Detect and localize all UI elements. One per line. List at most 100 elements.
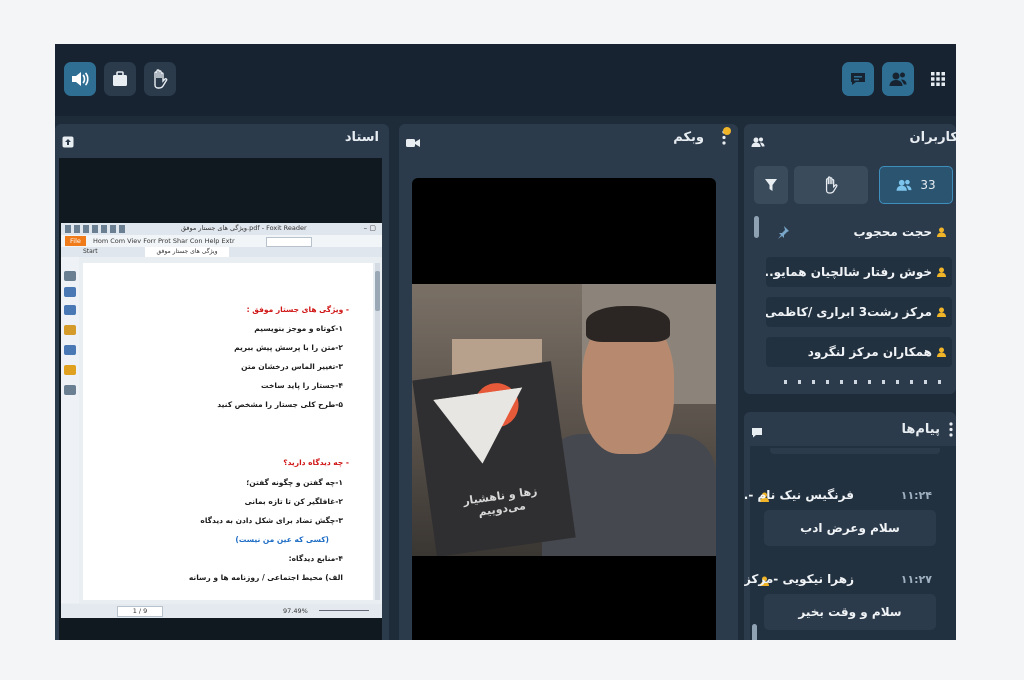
filter-button[interactable] (754, 166, 788, 204)
zoom-level[interactable]: 97.49% (283, 607, 308, 615)
doc-line: ۱-چه گفتن و چگونه گفتن؛ (246, 478, 343, 487)
user-icon (937, 307, 946, 317)
message-bubble: سلام وعرض ادب (764, 510, 936, 546)
files-button[interactable] (104, 62, 136, 96)
users-panel-title: کاربران (909, 130, 956, 145)
user-list-item[interactable]: خوش رفتار شالچیان همایو... (766, 257, 952, 287)
viewer-menubar: File Hom Com Viev Forr Prot Shar Con Hel… (61, 235, 382, 247)
bookmark-icon[interactable] (64, 271, 76, 281)
messages-more-icon[interactable] (949, 422, 953, 441)
online-users-tab[interactable]: 33 (879, 166, 953, 204)
viewer-statusbar: 1 / 9 97.49% (61, 604, 382, 618)
doc-line: ۱-کوتاه و موجز بنویسیم (254, 324, 343, 333)
speaker-icon (72, 72, 89, 86)
book-title: زها و ناهشیار می‌دوییم (462, 484, 539, 519)
user-icon (937, 227, 946, 237)
window-controls[interactable]: – ▢ (364, 224, 376, 232)
doc-heading-2: - چه دیدگاه دارید؟ (283, 458, 349, 467)
user-name: همکاران مرکز لنگرود (807, 345, 932, 359)
presentation-area: ویژگی های جستار موفق.pdf - Foxit Reader … (59, 158, 382, 640)
zoom-slider[interactable] (319, 610, 369, 611)
doc-line: ۳-چگش تضاد برای شکل دادن به دیدگاه (200, 516, 343, 525)
user-icon (937, 347, 946, 357)
chat-panel-icon (751, 424, 763, 443)
webcam-panel-title: وبکم (673, 130, 704, 145)
message-bubble: سلام و وقت بخیر (764, 594, 936, 630)
truncated-list-item (784, 380, 944, 384)
video-area: زها و ناهشیار می‌دوییم (412, 178, 716, 640)
user-count: 33 (920, 178, 936, 192)
notification-dot (723, 127, 731, 135)
doc-line: الف) محیط اجتماعی / روزنامه ها و رسانه (188, 573, 343, 582)
person-hair (586, 306, 670, 342)
attachment-icon[interactable] (64, 345, 76, 355)
messages-panel: پیام‌ها فرنگیس نیک نام -... ۱۱:۲۴ سلام و… (744, 412, 956, 640)
viewer-titlebar: ویژگی های جستار موفق.pdf - Foxit Reader … (61, 223, 382, 235)
tab-document[interactable]: ویژگی های جستار موفق (145, 247, 229, 257)
share-screen-icon[interactable] (62, 133, 74, 152)
viewer-sidebar (61, 257, 79, 603)
user-list-item[interactable]: همکاران مرکز لنگرود (766, 337, 952, 367)
doc-line: ۵-طرح کلی جستار را مشخص کنید (217, 400, 343, 409)
viewer-tabs: Start ویژگی های جستار موفق (61, 247, 382, 257)
viewer-window-title: ویژگی های جستار موفق.pdf - Foxit Reader (181, 224, 307, 232)
doc-line: ۴-جستار را پاید ساخت (261, 381, 343, 390)
doc-heading-1: - ویژگی های جستار موفق : (246, 305, 349, 314)
doc-line: ۴-منابع دیدگاه: (288, 554, 343, 563)
chat-button[interactable] (842, 62, 874, 96)
doc-line: ۲-غافلگیر کن تا تازه بمانی (244, 497, 343, 506)
file-menu[interactable]: File (65, 236, 86, 246)
users-scrollbar[interactable] (754, 216, 759, 238)
chat-icon (851, 73, 865, 85)
doc-note: (کسی که عین من نیست) (235, 535, 329, 544)
quick-access-icons (65, 225, 125, 233)
raise-hand-button[interactable] (144, 62, 176, 96)
users-icon (896, 179, 912, 191)
message-time: ۱۱:۲۷ (900, 573, 932, 586)
tab-start[interactable]: Start (83, 248, 98, 255)
apps-button[interactable] (922, 62, 954, 96)
doc-line: ۳-تغییر الماس درخشان متن (241, 362, 343, 371)
page-indicator[interactable]: 1 / 9 (117, 606, 163, 617)
pdf-page: - ویژگی های جستار موفق : ۱-کوتاه و موجز … (83, 263, 373, 600)
lock-icon[interactable] (64, 365, 76, 375)
message-list: فرنگیس نیک نام -... ۱۱:۲۴ سلام وعرض ادب … (744, 446, 956, 640)
user-name: مرکز رشت3 ابراری /کاظمی (766, 305, 932, 319)
pdf-viewer-window: ویژگی های جستار موفق.pdf - Foxit Reader … (61, 223, 382, 618)
user-list-item[interactable]: حجت محجوب (766, 217, 952, 247)
message-sender: زهرا نیکویی -مرکز... (744, 572, 854, 586)
pages-icon[interactable] (64, 287, 76, 297)
users-panel: کاربران 33 حجت محجوب خوش رفتار شالچیان ه… (744, 124, 956, 394)
pdf-scrollbar[interactable] (375, 263, 380, 600)
webcam-panel: وبکم زها و ناهشیار می‌دوییم (399, 124, 738, 640)
user-name: خوش رفتار شالچیان همایو... (766, 265, 932, 279)
menu-items[interactable]: Hom Com Viev Forr Prot Shar Con Help Ext… (93, 237, 235, 245)
top-toolbar (55, 44, 956, 116)
users-button[interactable] (882, 62, 914, 96)
user-name: حجت محجوب (853, 225, 933, 239)
viewer-search-box[interactable] (266, 237, 312, 247)
messages-panel-title: پیام‌ها (901, 422, 941, 437)
user-list-item[interactable]: مرکز رشت3 ابراری /کاظمی (766, 297, 952, 327)
signature-icon[interactable] (64, 385, 76, 395)
filter-icon (765, 179, 777, 191)
layers-icon[interactable] (64, 325, 76, 335)
doc-line: ۲-متن را با پرسش پیش ببریم (234, 343, 343, 352)
teacher-panel-title: استاد (344, 130, 379, 145)
pdf-scroll-thumb[interactable] (375, 271, 380, 311)
user-icon (937, 267, 946, 277)
pin-icon[interactable] (776, 225, 790, 239)
previous-message-bubble (770, 448, 940, 454)
comments-icon[interactable] (64, 305, 76, 315)
briefcase-icon (113, 71, 127, 86)
webcam-video: زها و ناهشیار می‌دوییم (412, 284, 716, 556)
message-sender: فرنگیس نیک نام -... (744, 488, 854, 502)
speaker-button[interactable] (64, 62, 96, 96)
book: زها و ناهشیار می‌دوییم (412, 361, 576, 556)
camera-icon (406, 133, 420, 152)
messages-scrollbar[interactable] (752, 624, 757, 640)
teacher-panel: استاد ویژگی های جستار موفق.pdf - Foxit R… (55, 124, 389, 640)
users-panel-icon (751, 133, 765, 152)
raised-hands-filter[interactable] (794, 166, 868, 204)
book-white-triangle (433, 387, 523, 464)
